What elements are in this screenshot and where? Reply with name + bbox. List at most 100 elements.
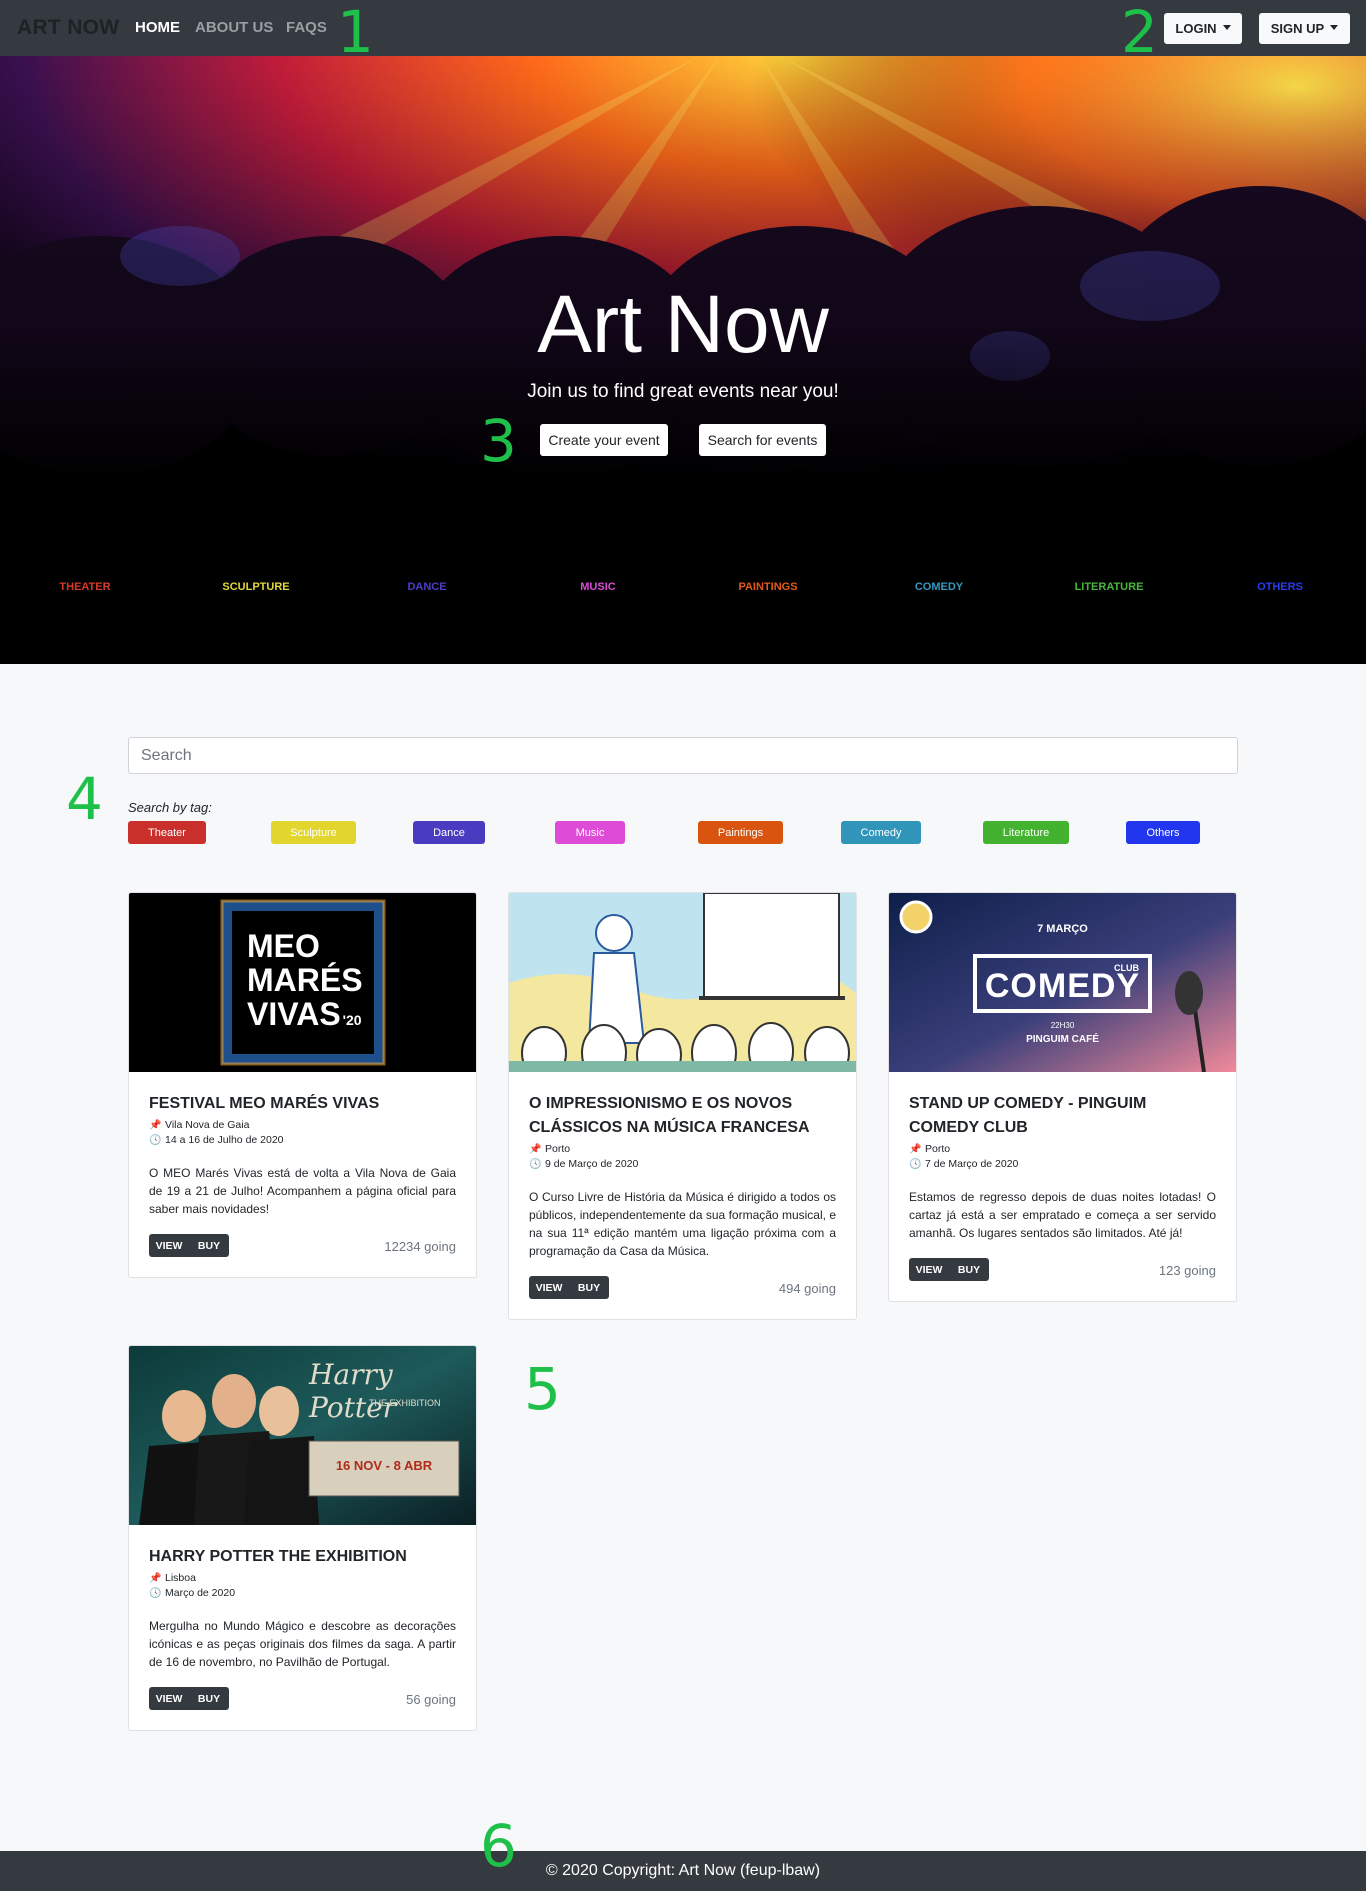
event-location-text: Porto xyxy=(545,1143,571,1155)
tag-comedy-button[interactable]: Comedy xyxy=(841,821,921,844)
category-theater-link[interactable]: THEATER xyxy=(25,581,145,593)
event-image: Harry Potter THE EXHIBITION 16 NOV - 8 A… xyxy=(129,1346,476,1525)
event-image-text: THE EXHIBITION xyxy=(369,1398,441,1408)
event-image-text: PINGUIM CAFÉ xyxy=(1026,1034,1099,1045)
event-image: MEO MARÉS VIVAS '20 xyxy=(129,893,476,1072)
hero-banner: Art Now Join us to find great events nea… xyxy=(0,56,1366,664)
event-location: 📌 Lisboa xyxy=(149,1572,196,1584)
event-actions: VIEW BUY xyxy=(149,1234,229,1257)
pushpin-icon: 📌 xyxy=(149,1572,162,1584)
event-title[interactable]: STAND UP COMEDY - PINGUIM COMEDY CLUB xyxy=(909,1092,1214,1140)
event-date: 🕓 9 de Março de 2020 xyxy=(529,1158,638,1170)
hero-title: Art Now xyxy=(537,279,829,370)
search-events-button[interactable]: Search for events xyxy=(699,424,826,456)
tag-literature-button[interactable]: Literature xyxy=(983,821,1069,844)
event-location: 📌 Porto xyxy=(529,1143,570,1155)
nav-about-link[interactable]: ABOUT US xyxy=(195,19,273,36)
navbar: ART NOW HOME ABOUT US FAQS LOGIN SIGN UP xyxy=(0,0,1366,56)
tag-sculpture-button[interactable]: Sculpture xyxy=(271,821,356,844)
brand-logo[interactable]: ART NOW xyxy=(17,16,119,40)
event-image-text: 7 MARÇO xyxy=(1037,923,1088,935)
event-description: O MEO Marés Vivas está de volta a Vila N… xyxy=(149,1166,456,1216)
event-title[interactable]: O IMPRESSIONISMO E OS NOVOS CLÁSSICOS NA… xyxy=(529,1092,834,1140)
nav-faqs-link[interactable]: FAQS xyxy=(286,19,327,36)
category-dance-link[interactable]: DANCE xyxy=(367,581,487,593)
view-button[interactable]: VIEW xyxy=(529,1276,569,1299)
event-location: 📌 Porto xyxy=(909,1143,950,1155)
buy-button[interactable]: BUY xyxy=(949,1258,989,1281)
going-count: 494 going xyxy=(778,1281,836,1296)
event-image-text: COMEDY xyxy=(984,967,1141,1005)
going-count: 12234 going xyxy=(384,1239,456,1254)
event-image-text: Harry Potter xyxy=(309,1358,397,1424)
buy-button[interactable]: BUY xyxy=(189,1687,229,1710)
event-location: 📌 Vila Nova de Gaia xyxy=(149,1119,249,1131)
event-date-text: 14 a 16 de Julho de 2020 xyxy=(165,1134,284,1146)
signup-dropdown-button[interactable]: SIGN UP xyxy=(1259,13,1350,44)
clock-icon: 🕓 xyxy=(529,1158,542,1170)
event-actions: VIEW BUY xyxy=(909,1258,989,1281)
event-date-text: 7 de Março de 2020 xyxy=(925,1158,1019,1170)
buy-button[interactable]: BUY xyxy=(569,1276,609,1299)
annotation-number: 2 xyxy=(1121,0,1158,66)
tag-others-button[interactable]: Others xyxy=(1126,821,1200,844)
going-count: 56 going xyxy=(406,1692,456,1707)
view-button[interactable]: VIEW xyxy=(909,1258,949,1281)
annotation-number: 5 xyxy=(524,1355,561,1423)
create-event-button[interactable]: Create your event xyxy=(540,424,668,456)
annotation-number: 4 xyxy=(66,765,103,833)
login-dropdown-button[interactable]: LOGIN xyxy=(1164,13,1242,44)
tag-dance-button[interactable]: Dance xyxy=(413,821,485,844)
pushpin-icon: 📌 xyxy=(529,1143,542,1155)
footer: © 2020 Copyright: Art Now (feup-lbaw) xyxy=(0,1851,1366,1891)
event-location-text: Porto xyxy=(925,1143,951,1155)
event-description: Estamos de regresso depois de duas noite… xyxy=(909,1190,1216,1240)
event-description: Mergulha no Mundo Mágico e descobre as d… xyxy=(149,1619,456,1669)
buy-button[interactable]: BUY xyxy=(189,1234,229,1257)
event-date-text: 9 de Março de 2020 xyxy=(545,1158,639,1170)
tag-paintings-button[interactable]: Paintings xyxy=(698,821,783,844)
view-button[interactable]: VIEW xyxy=(149,1234,189,1257)
event-card: MEO MARÉS VIVAS '20 FESTIVAL MEO MARÉS V… xyxy=(128,892,477,1278)
search-input[interactable] xyxy=(128,737,1238,774)
category-others-link[interactable]: OTHERS xyxy=(1220,581,1340,593)
tag-music-button[interactable]: Music xyxy=(555,821,625,844)
event-image: 7 MARÇO CLUB COMEDY 22H30 PINGUIM CAFÉ xyxy=(889,893,1236,1072)
category-sculpture-link[interactable]: SCULPTURE xyxy=(196,581,316,593)
caret-down-icon xyxy=(1222,24,1231,30)
event-date: 🕓 Março de 2020 xyxy=(149,1587,235,1599)
clock-icon: 🕓 xyxy=(149,1587,162,1599)
category-music-link[interactable]: MUSIC xyxy=(538,581,658,593)
event-image-text: MEO xyxy=(247,928,320,964)
category-paintings-link[interactable]: PAINTINGS xyxy=(708,581,828,593)
event-image-text: MARÉS xyxy=(247,962,363,998)
category-comedy-link[interactable]: COMEDY xyxy=(879,581,999,593)
nav-home-link[interactable]: HOME xyxy=(135,19,180,36)
event-card: Harry Potter THE EXHIBITION 16 NOV - 8 A… xyxy=(128,1345,477,1731)
tag-theater-button[interactable]: Theater xyxy=(128,821,206,844)
event-image xyxy=(509,893,856,1072)
login-label: LOGIN xyxy=(1175,21,1217,36)
event-image-text: 16 NOV - 8 ABR xyxy=(335,1458,433,1473)
event-card: O IMPRESSIONISMO E OS NOVOS CLÁSSICOS NA… xyxy=(508,892,857,1320)
event-date: 🕓 7 de Março de 2020 xyxy=(909,1158,1018,1170)
view-button[interactable]: VIEW xyxy=(149,1687,189,1710)
event-title[interactable]: HARRY POTTER THE EXHIBITION xyxy=(149,1545,454,1569)
search-by-tag-label: Search by tag: xyxy=(128,800,212,815)
event-actions: VIEW BUY xyxy=(149,1687,229,1710)
signup-label: SIGN UP xyxy=(1270,21,1325,36)
category-literature-link[interactable]: LITERATURE xyxy=(1049,581,1169,593)
event-date-text: Março de 2020 xyxy=(165,1587,236,1599)
going-count: 123 going xyxy=(1158,1263,1216,1278)
event-title[interactable]: FESTIVAL MEO MARÉS VIVAS xyxy=(149,1092,454,1116)
event-image-text: '20 xyxy=(342,1012,362,1028)
annotation-number: 3 xyxy=(480,407,517,475)
pushpin-icon: 📌 xyxy=(149,1119,162,1131)
clock-icon: 🕓 xyxy=(149,1134,162,1146)
event-location-text: Lisboa xyxy=(165,1572,196,1584)
event-image-text: VIVAS xyxy=(247,996,341,1032)
event-image-text: 22H30 xyxy=(1050,1021,1075,1030)
event-card: 7 MARÇO CLUB COMEDY 22H30 PINGUIM CAFÉ S… xyxy=(888,892,1237,1302)
event-actions: VIEW BUY xyxy=(529,1276,609,1299)
event-location-text: Vila Nova de Gaia xyxy=(165,1119,250,1131)
